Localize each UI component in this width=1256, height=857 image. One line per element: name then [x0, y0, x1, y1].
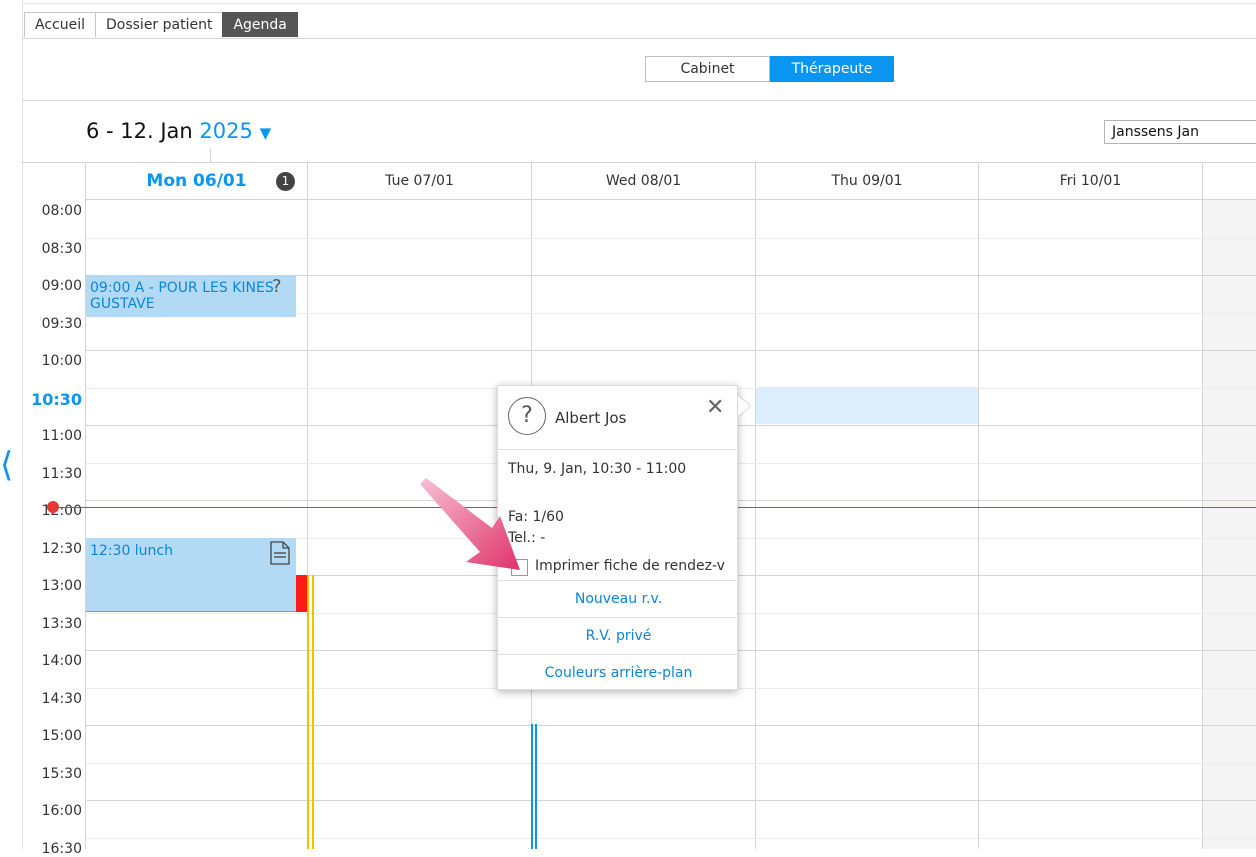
- document-icon: [270, 541, 290, 565]
- grid-column-line: [1202, 163, 1203, 849]
- year-text: 2025: [199, 119, 253, 143]
- grid-column-line: [85, 163, 86, 849]
- therapist-select[interactable]: Janssens Jan: [1104, 120, 1256, 144]
- day-header-fri[interactable]: Fri 10/01: [979, 163, 1202, 200]
- grid-row-line: [86, 725, 1256, 726]
- time-label: 09:30: [41, 316, 82, 332]
- availability-bar-blue: [531, 724, 533, 849]
- private-appointment-button[interactable]: R.V. privé: [498, 617, 739, 654]
- tab-accueil[interactable]: Accueil: [24, 12, 96, 37]
- time-label: 09:00: [41, 278, 82, 294]
- time-label: 16:30: [41, 841, 82, 857]
- annotation-arrow-icon: [420, 478, 520, 570]
- time-label: 11:00: [41, 428, 82, 444]
- tabs-divider: [22, 38, 1256, 39]
- grid-column-line: [978, 163, 979, 849]
- time-label: 15:30: [41, 766, 82, 782]
- availability-bar-blue-2: [535, 724, 537, 849]
- time-label: 14:30: [41, 691, 82, 707]
- grid-row-line: [86, 800, 1256, 801]
- grid-row-line: [86, 838, 1256, 839]
- popup-divider: [498, 449, 737, 450]
- unknown-patient-icon: ?: [508, 397, 546, 435]
- appointment-count-badge: 1: [276, 172, 295, 191]
- tab-dossier-patient[interactable]: Dossier patient: [95, 12, 224, 37]
- background-colors-button[interactable]: Couleurs arrière-plan: [498, 654, 739, 691]
- appointment-lunch[interactable]: 12:30 lunch: [86, 538, 296, 611]
- patient-name[interactable]: Albert Jos: [555, 409, 626, 427]
- dropdown-triangle-icon: ▼: [259, 124, 272, 142]
- lunch-bottom-border: [86, 611, 296, 612]
- day-header-tue[interactable]: Tue 07/01: [308, 163, 531, 200]
- grid-row-line: [86, 350, 1256, 351]
- day-header-mon[interactable]: Mon 06/01: [86, 163, 307, 200]
- question-icon: ?: [272, 276, 282, 297]
- day-header-wed[interactable]: Wed 08/01: [532, 163, 755, 200]
- close-icon[interactable]: ✕: [706, 395, 724, 420]
- time-label: 15:00: [41, 728, 82, 744]
- toolbar-divider: [22, 100, 1256, 101]
- weekend-column: [1203, 200, 1256, 849]
- time-label: 10:30: [31, 390, 82, 409]
- therapeute-toggle-button[interactable]: Thérapeute: [770, 56, 894, 82]
- availability-bar-yellow: [307, 575, 309, 849]
- grid-row-line: [86, 763, 1256, 764]
- date-tick: [210, 148, 211, 162]
- previous-week-chevron-icon[interactable]: ⟨: [0, 440, 16, 490]
- time-label: 08:30: [41, 241, 82, 257]
- print-label: Imprimer fiche de rendez-v: [535, 558, 725, 574]
- time-label: 10:00: [41, 353, 82, 369]
- date-range-selector[interactable]: 6 - 12. Jan 2025 ▼: [86, 119, 271, 143]
- time-label: 13:00: [41, 578, 82, 594]
- grid-row-line: [86, 238, 1256, 239]
- date-range-text: 6 - 12. Jan: [86, 119, 193, 143]
- event-title: 12:30 lunch: [90, 543, 174, 559]
- time-label: 14:00: [41, 653, 82, 669]
- time-label: 08:00: [41, 203, 82, 219]
- popup-pointer: [738, 396, 750, 416]
- time-label: 11:30: [41, 466, 82, 482]
- time-label: 12:30: [41, 541, 82, 557]
- new-appointment-button[interactable]: Nouveau r.v.: [498, 580, 739, 617]
- appointment-gustave[interactable]: 09:00 A - POUR LES KINES GUSTAVE ?: [86, 275, 296, 317]
- tab-agenda[interactable]: Agenda: [222, 12, 298, 37]
- day-header-thu[interactable]: Thu 09/01: [756, 163, 978, 200]
- time-label: 16:00: [41, 803, 82, 819]
- selected-slot-highlight[interactable]: [756, 387, 978, 424]
- top-border: [22, 3, 1256, 4]
- red-status-marker: [296, 575, 307, 612]
- main-tabs: Accueil Dossier patient Agenda: [24, 12, 298, 38]
- availability-bar-yellow-2: [312, 575, 314, 849]
- grid-column-line: [755, 163, 756, 849]
- time-label: 13:30: [41, 616, 82, 632]
- cabinet-toggle-button[interactable]: Cabinet: [645, 56, 770, 82]
- left-edge-divider: [22, 0, 23, 849]
